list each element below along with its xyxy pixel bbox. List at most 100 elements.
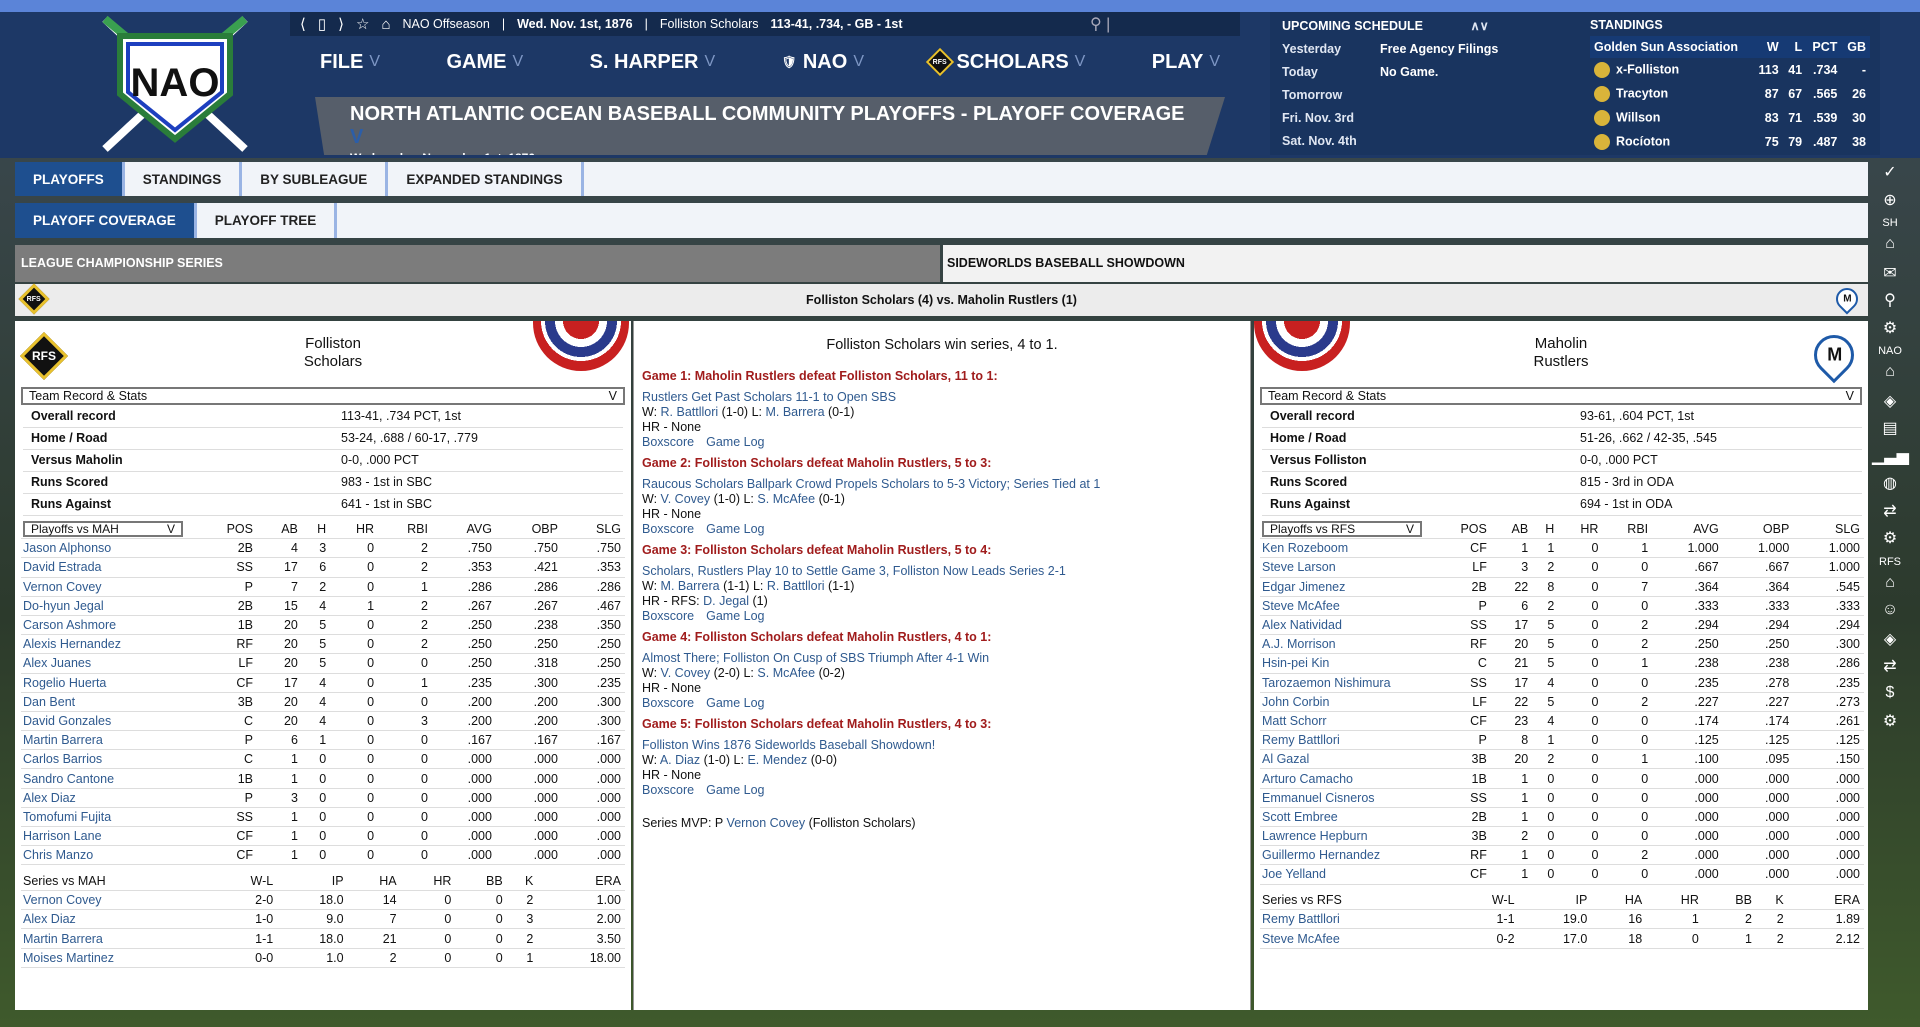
game-log-link[interactable]: Game Log	[706, 783, 764, 797]
player-link[interactable]: Rogelio Huerta	[21, 673, 191, 693]
player-link[interactable]: Alex Diaz	[21, 909, 211, 930]
player-link[interactable]: Edgar Jimenez	[1260, 577, 1430, 597]
column-header[interactable]: HA	[1591, 890, 1647, 911]
column-header[interactable]: HR	[400, 871, 456, 892]
game-headline-link[interactable]: Rustlers Get Past Scholars 11-1 to Open …	[642, 390, 1242, 405]
winning-pitcher-link[interactable]: M. Barrera	[661, 579, 720, 593]
column-header[interactable]: AB	[257, 519, 302, 540]
location-icon[interactable]: ◈	[1872, 629, 1908, 657]
player-link[interactable]: Martin Barrera	[21, 928, 211, 949]
game-log-link[interactable]: Game Log	[706, 435, 764, 449]
column-header[interactable]: IP	[1518, 890, 1592, 911]
column-header[interactable]: HR	[1646, 890, 1703, 911]
transactions-icon[interactable]: ⇄	[1872, 656, 1908, 684]
column-header[interactable]: SLG	[561, 519, 625, 540]
losing-pitcher-link[interactable]: S. McAfee	[757, 666, 815, 680]
transactions-icon[interactable]: ⇄	[1872, 501, 1908, 529]
boxscore-link[interactable]: Boxscore	[642, 522, 694, 536]
game-log-link[interactable]: Game Log	[706, 609, 764, 623]
player-link[interactable]: Lawrence Hepburn	[1260, 826, 1430, 847]
column-header[interactable]: SLG	[1793, 519, 1864, 540]
series-tab-sbs[interactable]: SIDEWORLDS BASEBALL SHOWDOWN	[943, 245, 1868, 282]
player-link[interactable]: Arturo Camacho	[1260, 768, 1430, 789]
search-icon[interactable]: ⚲ |	[1090, 14, 1110, 34]
player-link[interactable]: Alex Natividad	[1260, 615, 1430, 636]
player-link[interactable]: Sandro Cantone	[21, 768, 191, 789]
star-icon[interactable]: ☆	[356, 15, 369, 33]
game-headline-link[interactable]: Raucous Scholars Ballpark Crowd Propels …	[642, 477, 1242, 492]
tab-playoff-coverage[interactable]: PLAYOFF COVERAGE	[15, 203, 197, 238]
column-header[interactable]: RBI	[378, 519, 432, 540]
column-header[interactable]: H	[1532, 519, 1559, 540]
gear-icon[interactable]: ⚙	[1872, 318, 1908, 346]
standings-row[interactable]: Rocíoton 75 79 .487 38	[1590, 130, 1870, 154]
winning-pitcher-link[interactable]: R. Battllori	[661, 405, 719, 419]
game-headline-link[interactable]: Folliston Wins 1876 Sideworlds Baseball …	[642, 738, 1242, 753]
menu-manager[interactable]: S. HARPER V	[590, 51, 716, 74]
location-icon[interactable]: ◈	[1872, 391, 1908, 419]
tab-standings[interactable]: STANDINGS	[125, 162, 243, 196]
standings-row[interactable]: Tracyton 87 67 .565 26	[1590, 82, 1870, 106]
player-link[interactable]: Steve Larson	[1260, 557, 1430, 578]
player-link[interactable]: Steve McAfee	[1260, 928, 1450, 949]
player-link[interactable]: Jason Alphonso	[21, 538, 191, 559]
news-icon[interactable]: ▤	[1872, 418, 1908, 446]
player-link[interactable]: Matt Schorr	[1260, 711, 1430, 732]
player-link[interactable]: Guillermo Hernandez	[1260, 845, 1430, 866]
window-icon[interactable]: ▯	[318, 15, 326, 33]
game-headline-link[interactable]: Almost There; Folliston On Cusp of SBS T…	[642, 651, 1242, 666]
column-header[interactable]: AB	[1490, 519, 1533, 540]
player-link[interactable]: Hsin-pei Kin	[1260, 653, 1430, 674]
column-header[interactable]: H	[301, 519, 331, 540]
tab-playoffs[interactable]: PLAYOFFS	[15, 162, 125, 196]
player-link[interactable]: Carlos Barrios	[21, 749, 191, 770]
home-icon[interactable]: ⌂	[1872, 574, 1908, 602]
checkmark-icon[interactable]: ✓	[1872, 162, 1908, 190]
losing-pitcher-link[interactable]: R. Battllori	[767, 579, 825, 593]
tab-expanded-standings[interactable]: EXPANDED STANDINGS	[388, 162, 584, 196]
losing-pitcher-link[interactable]: M. Barrera	[765, 405, 824, 419]
boxscore-link[interactable]: Boxscore	[642, 435, 694, 449]
column-header[interactable]: HR	[1558, 519, 1603, 540]
losing-pitcher-link[interactable]: E. Mendez	[747, 753, 807, 767]
game-headline-link[interactable]: Scholars, Rustlers Play 10 to Settle Gam…	[642, 564, 1242, 579]
home-icon[interactable]: ⌂	[1872, 363, 1908, 391]
globe-icon[interactable]: ⊕	[1872, 190, 1908, 218]
player-link[interactable]: Vernon Covey	[21, 577, 191, 597]
team-stats-select[interactable]: Team Record & Stats V	[21, 387, 625, 405]
back-icon[interactable]: ⟨	[300, 15, 306, 33]
home-icon[interactable]: ⌂	[381, 16, 390, 33]
standings-row[interactable]: Willson 83 71 .539 30	[1590, 106, 1870, 130]
finances-icon[interactable]: $	[1872, 684, 1908, 712]
player-link[interactable]: A.J. Morrison	[1260, 634, 1430, 655]
player-link[interactable]: David Gonzales	[21, 711, 191, 732]
player-link[interactable]: Moises Martinez	[21, 948, 211, 968]
home-icon[interactable]: ⌂	[1872, 235, 1908, 263]
player-link[interactable]: Alex Diaz	[21, 788, 191, 808]
player-link[interactable]: Harrison Lane	[21, 826, 191, 847]
column-header[interactable]: POS	[1430, 519, 1491, 540]
game-log-link[interactable]: Game Log	[706, 522, 764, 536]
column-header[interactable]: HA	[347, 871, 401, 892]
column-header[interactable]: K	[1755, 890, 1788, 911]
column-header[interactable]: W-L	[211, 871, 278, 892]
column-header[interactable]: K	[506, 871, 538, 892]
menu-scholars[interactable]: RFS SCHOLARS V	[926, 47, 1085, 77]
menu-play[interactable]: PLAY V	[1152, 51, 1220, 74]
column-header[interactable]: ERA	[1787, 890, 1864, 911]
player-link[interactable]: Tomofumi Fujita	[21, 807, 191, 828]
column-header[interactable]: AVG	[1652, 519, 1723, 540]
winning-pitcher-link[interactable]: V. Covey	[661, 666, 711, 680]
gear-icon[interactable]: ⚙	[1872, 528, 1908, 556]
search-icon[interactable]: ⚲	[1872, 290, 1908, 318]
player-link[interactable]: Carson Ashmore	[21, 615, 191, 636]
forward-icon[interactable]: ⟩	[338, 15, 344, 33]
player-link[interactable]: Dan Bent	[21, 692, 191, 712]
maholin-logo-icon[interactable]: M	[1831, 283, 1863, 315]
mvp-player-link[interactable]: Vernon Covey	[727, 816, 806, 830]
mail-icon[interactable]: ✉	[1872, 263, 1908, 291]
column-header[interactable]: W-L	[1450, 890, 1519, 911]
player-link[interactable]: Al Gazal	[1260, 749, 1430, 770]
losing-pitcher-link[interactable]: S. McAfee	[757, 492, 815, 506]
column-header[interactable]: BB	[455, 871, 507, 892]
